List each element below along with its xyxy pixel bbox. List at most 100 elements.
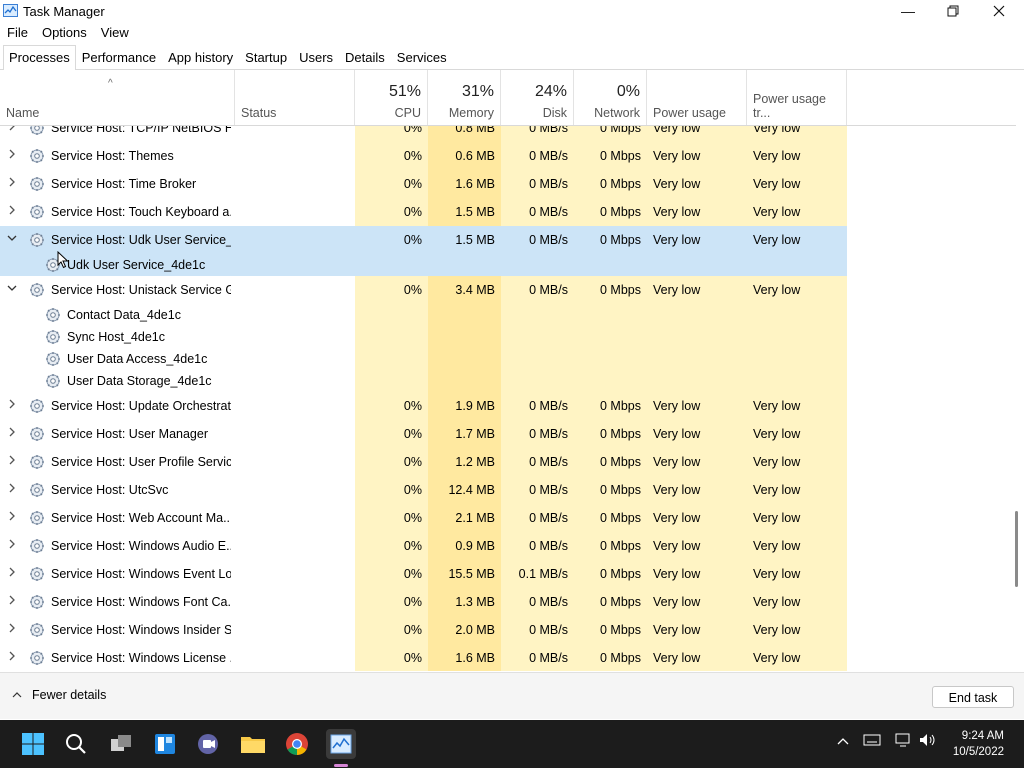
task-manager-icon[interactable]: [326, 729, 356, 759]
file-explorer-icon[interactable]: [239, 730, 267, 758]
process-row[interactable]: Service Host: Windows Event Log 0% 15.5 MB…: [0, 560, 1016, 588]
process-row[interactable]: Service Host: Time Broker 0% 1.6 MB 0 MB/s 0…: [0, 170, 1016, 198]
column-status[interactable]: Status: [235, 70, 355, 125]
gear-icon: [45, 351, 61, 367]
chevron-right-icon[interactable]: [7, 595, 17, 608]
tab-startup[interactable]: Startup: [239, 45, 293, 69]
chrome-icon[interactable]: [283, 730, 311, 758]
chevron-right-icon[interactable]: [7, 205, 17, 218]
cpu-value: 0%: [403, 483, 422, 497]
process-row[interactable]: Service Host: Themes 0% 0.6 MB 0 MB/s 0 Mbps…: [0, 142, 1016, 170]
tab-performance[interactable]: Performance: [76, 45, 162, 69]
tab-services[interactable]: Services: [391, 45, 453, 69]
process-row[interactable]: Service Host: Touch Keyboard a... 0% 1.5 M…: [0, 198, 1016, 226]
chevron-up-tray-icon[interactable]: [836, 733, 850, 749]
chevron-right-icon[interactable]: [7, 126, 17, 134]
end-task-button[interactable]: End task: [932, 686, 1014, 708]
chevron-right-icon[interactable]: [7, 539, 17, 552]
chevron-right-icon[interactable]: [7, 623, 17, 636]
process-row[interactable]: Service Host: Update Orchestrat... 0% 1.9 …: [0, 392, 1016, 420]
process-row[interactable]: Service Host: UtcSvc 0% 12.4 MB 0 MB/s 0 Mbp…: [0, 476, 1016, 504]
power-trend-value: Very low: [753, 455, 801, 469]
chevron-down-icon[interactable]: [7, 233, 17, 246]
cpu-value: 0%: [403, 233, 422, 247]
chevron-right-icon[interactable]: [7, 511, 17, 524]
menu-view[interactable]: View: [94, 23, 136, 43]
child-process-row[interactable]: Sync Host_4de1c: [0, 326, 1016, 348]
task-view-icon[interactable]: [107, 730, 135, 758]
chevron-right-icon[interactable]: [7, 177, 17, 190]
tab-app-history[interactable]: App history: [162, 45, 239, 69]
process-row[interactable]: Service Host: Unistack Service G... 0% 3.4…: [0, 276, 1016, 304]
scrollbar-thumb[interactable]: [1015, 511, 1018, 587]
process-row[interactable]: Service Host: Windows Audio E... 0% 0.9 MB…: [0, 532, 1016, 560]
menu-options[interactable]: Options: [35, 23, 94, 43]
close-button[interactable]: [976, 0, 1022, 22]
column-cpu[interactable]: 51% CPU: [355, 70, 428, 125]
restore-button[interactable]: [930, 0, 976, 22]
cpu-value: 0%: [403, 283, 422, 297]
mem-value: 1.5 MB: [455, 233, 495, 247]
minimize-button[interactable]: —: [885, 0, 931, 22]
process-name: Service Host: Windows Font Ca...: [51, 595, 231, 609]
column-disk[interactable]: 24% Disk: [501, 70, 574, 125]
volume-icon[interactable]: [919, 733, 937, 750]
teams-chat-icon[interactable]: [194, 730, 222, 758]
process-row[interactable]: Service Host: Windows Font Ca... 0% 1.3 MB…: [0, 588, 1016, 616]
chevron-right-icon[interactable]: [7, 399, 17, 412]
clock-date: 10/5/2022: [952, 746, 1004, 758]
child-process-row[interactable]: User Data Storage_4de1c: [0, 370, 1016, 392]
process-row[interactable]: Service Host: TCP/IP NetBIOS H... 0% 0.8 M…: [0, 126, 1016, 142]
process-row[interactable]: Service Host: Udk User Service_4... 0% 1.5…: [0, 226, 847, 254]
chevron-right-icon[interactable]: [7, 651, 17, 664]
process-row[interactable]: Service Host: Web Account Ma... 0% 2.1 MB 0…: [0, 504, 1016, 532]
disk-value: 0 MB/s: [529, 126, 568, 135]
process-name: Service Host: Update Orchestrat...: [51, 399, 231, 413]
chevron-up-icon: [12, 692, 22, 698]
disk-value: 0 MB/s: [529, 539, 568, 553]
windows-start-icon[interactable]: [19, 730, 47, 758]
process-row[interactable]: Service Host: User Manager 0% 1.7 MB 0 MB/s…: [0, 420, 1016, 448]
gear-icon: [29, 510, 45, 526]
gear-icon: [45, 373, 61, 389]
tab-details[interactable]: Details: [339, 45, 391, 69]
cpu-value: 0%: [403, 427, 422, 441]
tab-processes[interactable]: Processes: [3, 45, 76, 70]
tab-users[interactable]: Users: [293, 45, 339, 69]
active-app-indicator: [334, 764, 348, 767]
process-row[interactable]: Service Host: User Profile Service 0% 1.2 …: [0, 448, 1016, 476]
chevron-down-icon[interactable]: [7, 283, 17, 296]
process-name: Service Host: Udk User Service_4...: [51, 233, 231, 247]
column-memory[interactable]: 31% Memory: [428, 70, 501, 125]
widgets-icon[interactable]: [151, 730, 179, 758]
process-row[interactable]: Service Host: Windows Insider S... 0% 2.0 …: [0, 616, 1016, 644]
column-name[interactable]: ^ Name: [0, 70, 235, 125]
column-power-trend[interactable]: Power usage tr...: [747, 70, 847, 125]
keyboard-icon[interactable]: [863, 733, 881, 749]
process-name: Service Host: User Profile Service: [51, 455, 231, 469]
process-name: Service Host: Windows Audio E...: [51, 539, 231, 553]
mem-value: 2.1 MB: [455, 511, 495, 525]
column-power-usage[interactable]: Power usage: [647, 70, 747, 125]
chevron-right-icon[interactable]: [7, 567, 17, 580]
menu-file[interactable]: File: [0, 23, 35, 43]
footer-bar: Fewer details End task: [0, 672, 1024, 719]
power-trend-value: Very low: [753, 233, 801, 247]
search-icon[interactable]: [62, 730, 90, 758]
child-process-row[interactable]: Contact Data_4de1c: [0, 304, 1016, 326]
disk-value: 0 MB/s: [529, 205, 568, 219]
child-process-row[interactable]: Udk User Service_4de1c: [0, 254, 847, 276]
chevron-right-icon[interactable]: [7, 483, 17, 496]
vertical-scrollbar[interactable]: [1016, 126, 1024, 671]
column-network[interactable]: 0% Network: [574, 70, 647, 125]
chevron-right-icon[interactable]: [7, 427, 17, 440]
fewer-details-button[interactable]: Fewer details: [12, 688, 106, 702]
net-value: 0 Mbps: [600, 126, 641, 135]
child-process-name: Udk User Service_4de1c: [67, 258, 206, 272]
chevron-right-icon[interactable]: [7, 455, 17, 468]
process-row[interactable]: Service Host: Windows License ... 0% 1.6 M…: [0, 644, 1016, 671]
system-clock[interactable]: 9:24 AM 10/5/2022: [953, 728, 1004, 760]
child-process-row[interactable]: User Data Access_4de1c: [0, 348, 1016, 370]
network-icon[interactable]: [895, 733, 911, 750]
chevron-right-icon[interactable]: [7, 149, 17, 162]
